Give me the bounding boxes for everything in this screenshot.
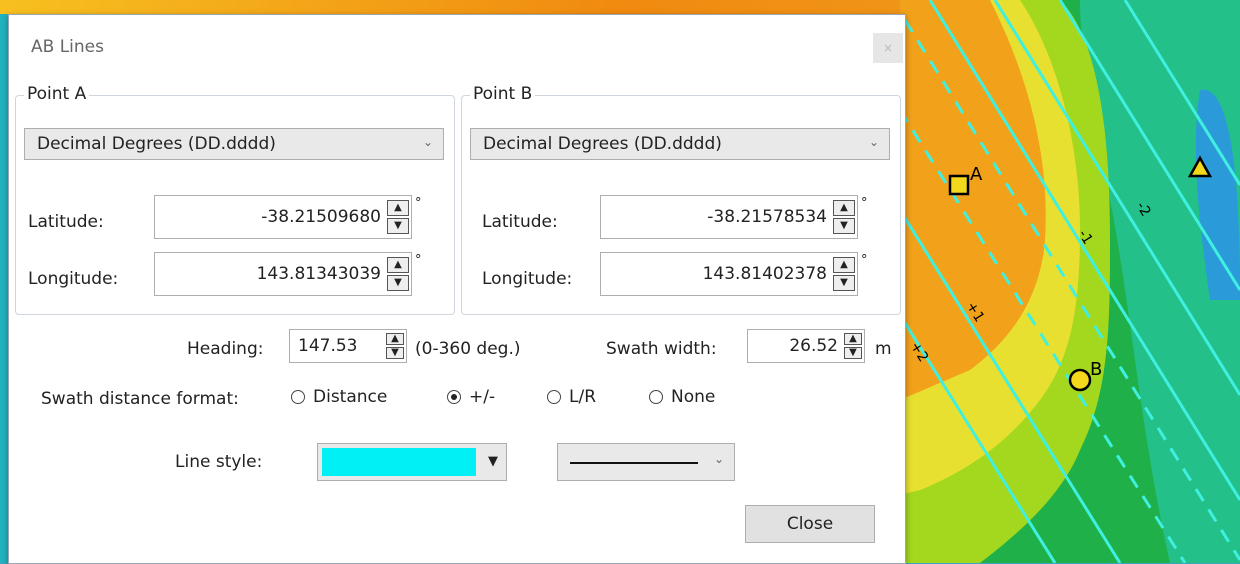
heading-label: Heading: xyxy=(187,339,264,359)
point-b-group: Point B Decimal Degrees (DD.dddd) ⌄ Lati… xyxy=(461,84,901,315)
point-a-lon-input[interactable]: 143.81343039 ▲ ▼ xyxy=(154,252,412,296)
degree-symbol: ° xyxy=(415,253,422,268)
down-icon[interactable]: ▼ xyxy=(387,275,409,291)
marker-a-icon[interactable] xyxy=(948,174,970,196)
up-icon[interactable]: ▲ xyxy=(387,200,409,216)
radio-lr[interactable]: L/R xyxy=(547,387,596,407)
degree-symbol: ° xyxy=(415,196,422,211)
radio-circle-icon xyxy=(649,390,663,404)
swath-width-stepper[interactable]: ▲ ▼ xyxy=(844,333,862,359)
chevron-down-icon: ⌄ xyxy=(868,135,879,149)
swath-format-label: Swath distance format: xyxy=(41,389,239,409)
heading-input[interactable]: 147.53 ▲ ▼ xyxy=(289,329,407,363)
point-b-lat-input[interactable]: -38.21578534 ▲ ▼ xyxy=(600,195,858,239)
close-button[interactable]: Close xyxy=(745,505,875,543)
point-a-format-select[interactable]: Decimal Degrees (DD.dddd) ⌄ xyxy=(24,128,444,160)
point-a-lon-stepper[interactable]: ▲ ▼ xyxy=(387,257,409,291)
marker-b-label: B xyxy=(1090,359,1102,380)
radio-checked-icon xyxy=(447,390,461,404)
point-b-lat-value: -38.21578534 xyxy=(707,207,827,227)
point-b-lon-label: Longitude: xyxy=(482,269,573,289)
solid-line-icon xyxy=(570,462,698,464)
up-icon[interactable]: ▲ xyxy=(387,257,409,273)
radio-lr-label: L/R xyxy=(569,387,597,407)
heading-value: 147.53 xyxy=(298,336,358,356)
point-a-lat-label: Latitude: xyxy=(28,212,104,232)
point-b-label: Point B xyxy=(470,84,536,104)
point-a-label: Point A xyxy=(24,84,90,104)
radio-distance[interactable]: Distance xyxy=(291,387,387,407)
point-b-lat-stepper[interactable]: ▲ ▼ xyxy=(833,200,855,234)
point-b-lon-value: 143.81402378 xyxy=(702,264,827,284)
dialog-title: AB Lines xyxy=(31,37,104,57)
heading-unit: (0-360 deg.) xyxy=(415,339,521,359)
up-icon[interactable]: ▲ xyxy=(833,257,855,273)
radio-plus-minus-label: +/- xyxy=(469,387,496,407)
swath-width-input[interactable]: 26.52 ▲ ▼ xyxy=(747,329,865,363)
chevron-down-icon: ▼ xyxy=(488,454,498,469)
point-b-lat-label: Latitude: xyxy=(482,212,558,232)
down-icon[interactable]: ▼ xyxy=(844,347,862,359)
marker-a-label: A xyxy=(970,164,983,185)
ab-lines-dialog: AB Lines × Point A Decimal Degrees (DD.d… xyxy=(8,14,906,564)
degree-symbol: ° xyxy=(861,253,868,268)
down-icon[interactable]: ▼ xyxy=(387,218,409,234)
point-b-lon-input[interactable]: 143.81402378 ▲ ▼ xyxy=(600,252,858,296)
down-icon[interactable]: ▼ xyxy=(386,347,404,359)
point-a-group: Point A Decimal Degrees (DD.dddd) ⌄ Lati… xyxy=(15,84,455,315)
point-b-lon-stepper[interactable]: ▲ ▼ xyxy=(833,257,855,291)
point-a-lat-stepper[interactable]: ▲ ▼ xyxy=(387,200,409,234)
up-icon[interactable]: ▲ xyxy=(833,200,855,216)
degree-symbol: ° xyxy=(861,196,868,211)
radio-circle-icon xyxy=(291,390,305,404)
down-icon[interactable]: ▼ xyxy=(833,218,855,234)
radio-circle-icon xyxy=(547,390,561,404)
swath-width-label: Swath width: xyxy=(606,339,717,359)
swath-width-unit: m xyxy=(875,339,892,359)
point-a-lon-value: 143.81343039 xyxy=(256,264,381,284)
line-color-select[interactable]: ▼ xyxy=(317,443,507,481)
point-a-lon-label: Longitude: xyxy=(28,269,119,289)
marker-b-icon[interactable] xyxy=(1068,368,1092,392)
point-a-format-value: Decimal Degrees (DD.dddd) xyxy=(37,134,276,154)
radio-plus-minus[interactable]: +/- xyxy=(447,387,495,407)
heading-stepper[interactable]: ▲ ▼ xyxy=(386,333,404,359)
line-style-label: Line style: xyxy=(175,452,263,472)
point-b-format-select[interactable]: Decimal Degrees (DD.dddd) ⌄ xyxy=(470,128,890,160)
close-icon[interactable]: × xyxy=(873,33,903,63)
chevron-down-icon: ⌄ xyxy=(713,452,724,466)
line-color-swatch xyxy=(322,448,476,476)
radio-none-label: None xyxy=(671,387,716,407)
point-a-lat-value: -38.21509680 xyxy=(261,207,381,227)
point-a-lat-input[interactable]: -38.21509680 ▲ ▼ xyxy=(154,195,412,239)
line-pattern-select[interactable]: ⌄ xyxy=(557,443,735,481)
swath-width-value: 26.52 xyxy=(789,336,838,356)
chevron-down-icon: ⌄ xyxy=(422,135,433,149)
down-icon[interactable]: ▼ xyxy=(833,275,855,291)
up-icon[interactable]: ▲ xyxy=(844,333,862,345)
up-icon[interactable]: ▲ xyxy=(386,333,404,345)
radio-none[interactable]: None xyxy=(649,387,715,407)
point-b-format-value: Decimal Degrees (DD.dddd) xyxy=(483,134,722,154)
radio-distance-label: Distance xyxy=(313,387,388,407)
